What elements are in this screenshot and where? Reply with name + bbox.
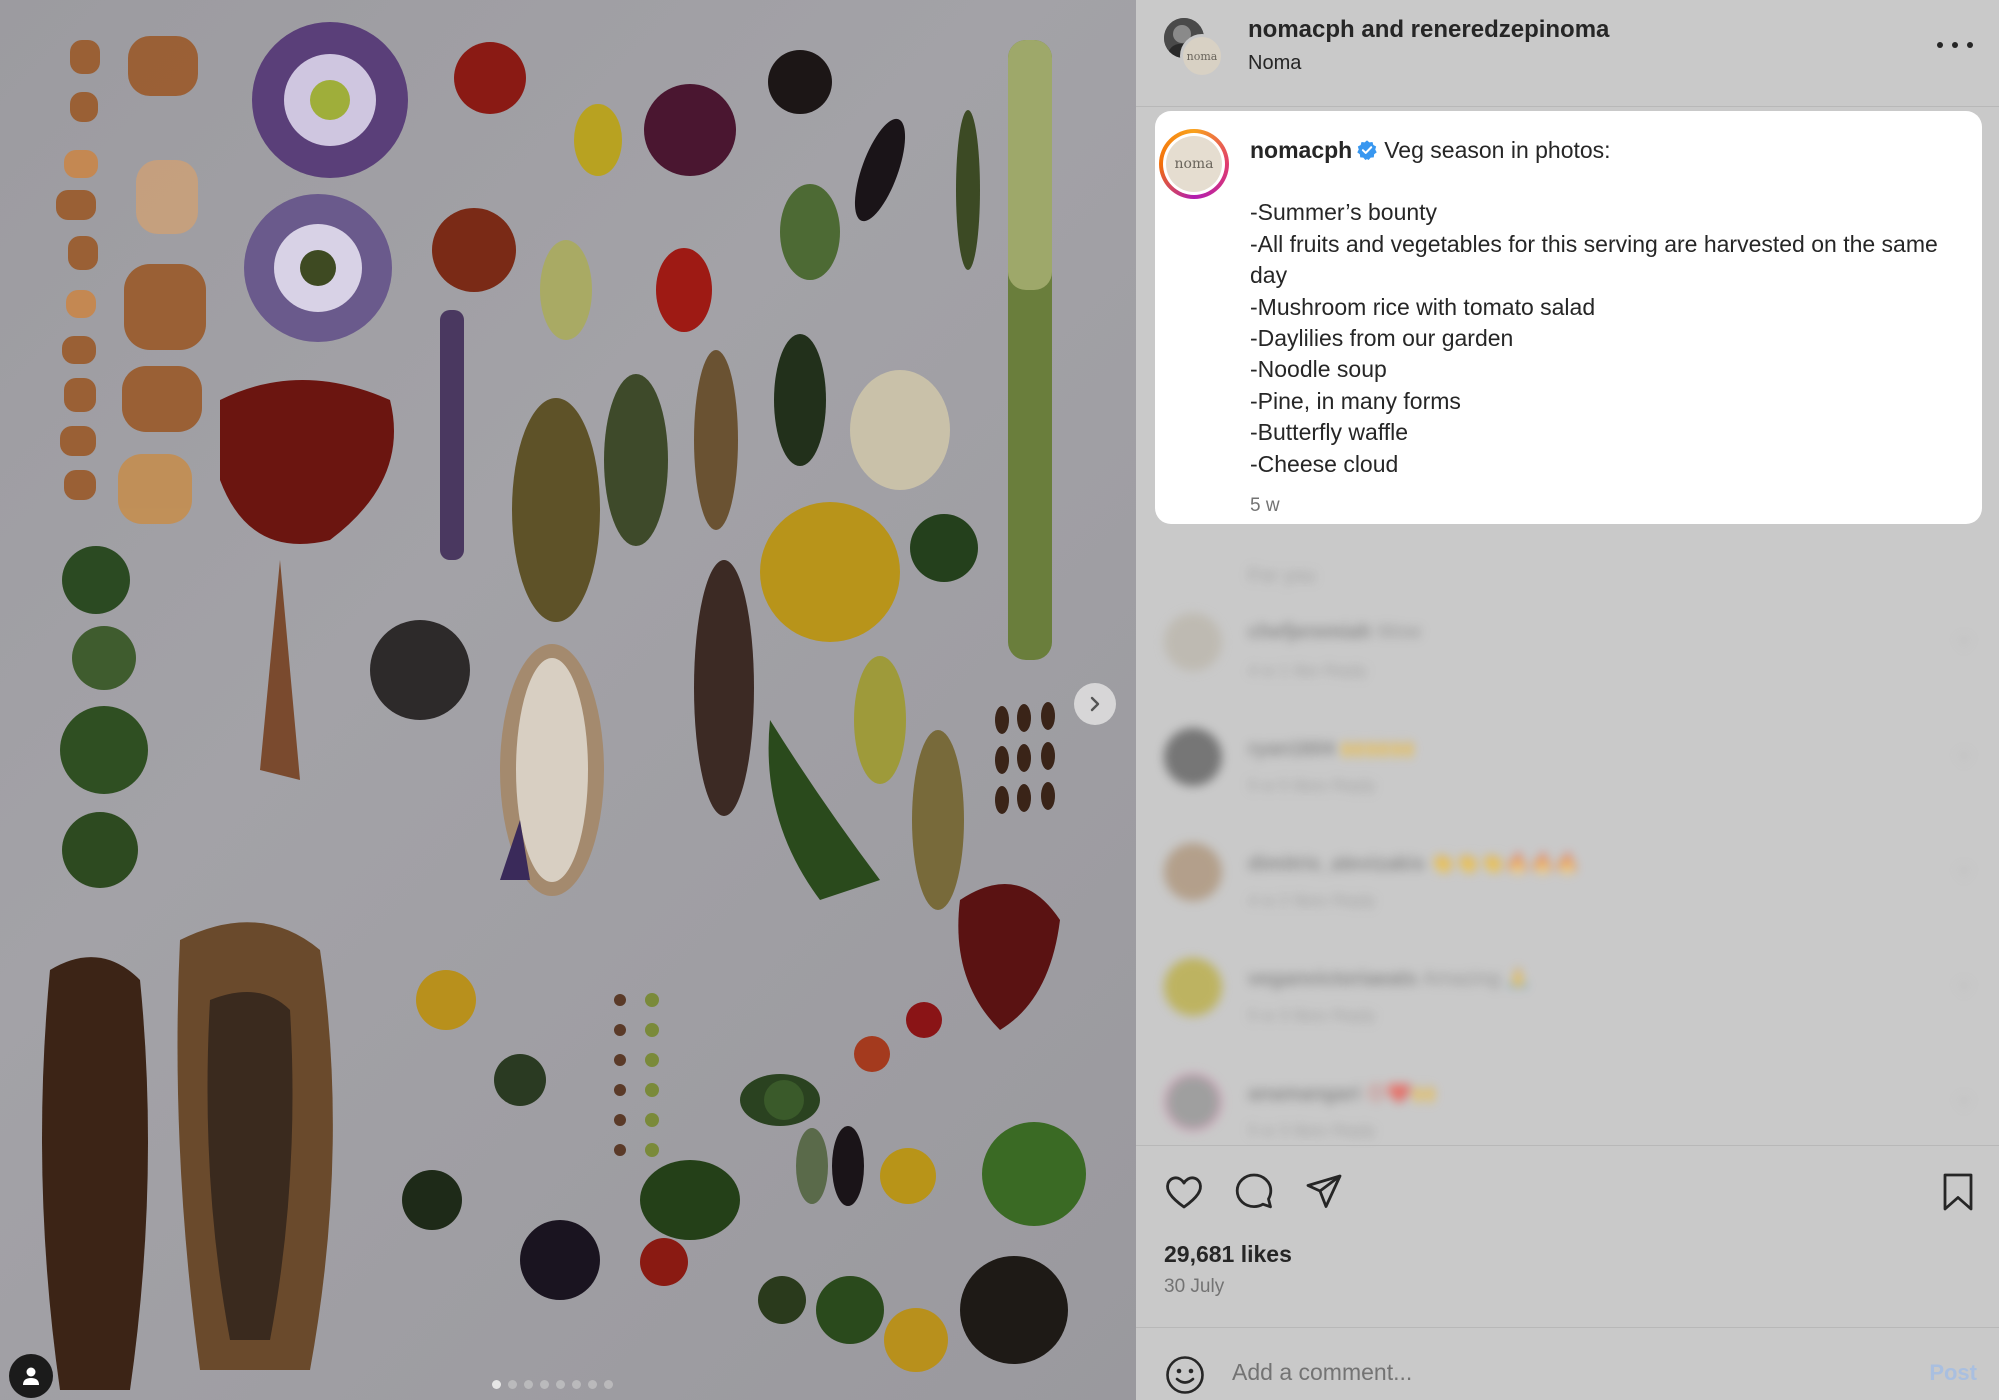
avatar[interactable] — [1164, 1073, 1222, 1131]
comment-meta: 5 w 5 likes Reply — [1248, 776, 1376, 795]
caption-headline: Veg season in photos: — [1384, 137, 1611, 163]
caption-list: -Summer’s bounty -All fruits and vegetab… — [1250, 197, 1960, 480]
comment-like-icon[interactable]: ♡ — [1956, 978, 1972, 999]
likes-count[interactable]: 29,681 likes — [1164, 1241, 1292, 1268]
tagged-users-button[interactable] — [9, 1354, 53, 1398]
carousel-dot — [508, 1380, 517, 1389]
verified-badge-icon — [1357, 140, 1377, 160]
comments-list: For you chefjeremiah Wow 4 w 1 like Repl… — [1136, 545, 1999, 1145]
comment-text: 🙌🙌🙌 — [1340, 738, 1416, 760]
post-comment-button[interactable]: Post — [1929, 1360, 1977, 1386]
post-author-names[interactable]: nomacph and reneredzepinoma — [1248, 16, 1609, 44]
share-send-icon[interactable] — [1302, 1170, 1346, 1214]
comment-item: dimitris_alevizakis 👏👏👏🔥🔥🔥 4 w 2 likes R… — [1164, 843, 1984, 923]
emoji-picker-icon[interactable] — [1164, 1354, 1206, 1396]
comment-item: anamangari 😍❤️🙌 5 w 3 likes Reply ♡ — [1164, 1073, 1984, 1153]
avatar[interactable] — [1164, 728, 1222, 786]
caption-line: -Pine, in many forms — [1250, 387, 1461, 414]
caption-line: -Noodle soup — [1250, 356, 1387, 383]
caption-timestamp: 5 w — [1250, 495, 1280, 516]
comment-meta: 4 w 2 likes Reply — [1248, 891, 1376, 910]
caption-username[interactable]: nomacph — [1250, 137, 1352, 163]
comment-meta: 5 w 3 likes Reply — [1248, 1006, 1376, 1025]
avatar: noma — [1180, 34, 1224, 78]
comment-like-icon[interactable]: ♡ — [1956, 863, 1972, 884]
comments-filter-label[interactable]: For you — [1248, 565, 1316, 588]
avatar-logo-text: noma — [1186, 49, 1218, 63]
comment-input[interactable] — [1232, 1350, 1852, 1394]
comment-meta: 5 w 3 likes Reply — [1248, 1121, 1376, 1140]
post-location[interactable]: Noma — [1248, 52, 1301, 75]
carousel-dot — [524, 1380, 533, 1389]
avatar[interactable] — [1164, 613, 1222, 671]
post-date: 30 July — [1164, 1276, 1225, 1297]
more-options-button[interactable] — [1937, 30, 1973, 60]
post-side-panel: noma nomacph and reneredzepinoma Noma no… — [1136, 0, 1999, 1400]
comment-username[interactable]: chefjeremiah — [1248, 621, 1371, 643]
comment-username[interactable]: dimitris_alevizakis — [1248, 853, 1425, 875]
comment-item: ryan1604 🙌🙌🙌 5 w 5 likes Reply ♡ — [1164, 728, 1984, 808]
chevron-right-icon — [1090, 696, 1100, 712]
carousel-dot — [604, 1380, 613, 1389]
caption-line: -Cheese cloud — [1250, 450, 1399, 477]
caption-line: -Butterfly waffle — [1250, 419, 1409, 446]
comment-bubble-icon[interactable] — [1232, 1170, 1276, 1214]
caption-line: -Mushroom rice with tomato salad — [1250, 293, 1596, 320]
comment-like-icon[interactable]: ♡ — [1956, 633, 1972, 654]
comment-like-icon[interactable]: ♡ — [1956, 748, 1972, 769]
caption-card: noma nomacph Veg season in photos: -Summe… — [1155, 111, 1982, 524]
post-actions: 29,681 likes 30 July — [1136, 1145, 1999, 1297]
next-image-button[interactable] — [1074, 683, 1116, 725]
person-icon — [23, 1367, 39, 1385]
caption-line: -All fruits and vegetables for this serv… — [1250, 230, 1938, 289]
like-heart-icon[interactable] — [1162, 1170, 1206, 1214]
carousel-dot — [572, 1380, 581, 1389]
comment-username[interactable]: ryan1604 — [1248, 738, 1335, 760]
more-dot-icon — [1937, 42, 1943, 48]
avatar-logo-text: noma — [1174, 156, 1214, 172]
comment-username[interactable]: anamangari — [1248, 1083, 1360, 1105]
carousel-dot — [556, 1380, 565, 1389]
post-header: noma nomacph and reneredzepinoma Noma — [1136, 0, 1999, 107]
more-dot-icon — [1952, 42, 1958, 48]
comment-item: veganvictoriaeats Amazing 🙏 5 w 3 likes … — [1164, 958, 1984, 1038]
carousel-dot — [492, 1380, 501, 1389]
caption-avatar[interactable]: noma — [1159, 129, 1229, 199]
comment-username[interactable]: veganvictoriaeats — [1248, 968, 1417, 990]
comment-item: chefjeremiah Wow 4 w 1 like Reply ♡ — [1164, 613, 1984, 693]
bookmark-save-icon[interactable] — [1936, 1170, 1980, 1214]
produce-flatlay-illustration — [42, 22, 1086, 1390]
caption-line: -Summer’s bounty — [1250, 199, 1438, 226]
avatar[interactable] — [1164, 843, 1222, 901]
comment-text: Wow — [1376, 621, 1422, 643]
carousel-dot — [540, 1380, 549, 1389]
comment-meta: 4 w 1 like Reply — [1248, 661, 1368, 680]
comment-text: 😍❤️🙌 — [1365, 1083, 1437, 1105]
comment-text: 👏👏👏🔥🔥🔥 — [1430, 853, 1580, 875]
post-image — [0, 0, 1136, 1400]
carousel-indicator — [492, 1380, 613, 1389]
comment-text: Amazing 🙏 — [1422, 968, 1531, 990]
add-comment-bar: Post — [1136, 1327, 1999, 1400]
avatar[interactable] — [1164, 958, 1222, 1016]
more-dot-icon — [1967, 42, 1973, 48]
collab-avatars[interactable]: noma — [1164, 18, 1224, 78]
caption-text: nomacph Veg season in photos: -Summer’s b… — [1250, 135, 1960, 480]
carousel-dot — [588, 1380, 597, 1389]
caption-first-line: nomacph Veg season in photos: — [1250, 135, 1960, 166]
comment-like-icon[interactable]: ♡ — [1956, 1093, 1972, 1114]
caption-line: -Daylilies from our garden — [1250, 325, 1514, 352]
